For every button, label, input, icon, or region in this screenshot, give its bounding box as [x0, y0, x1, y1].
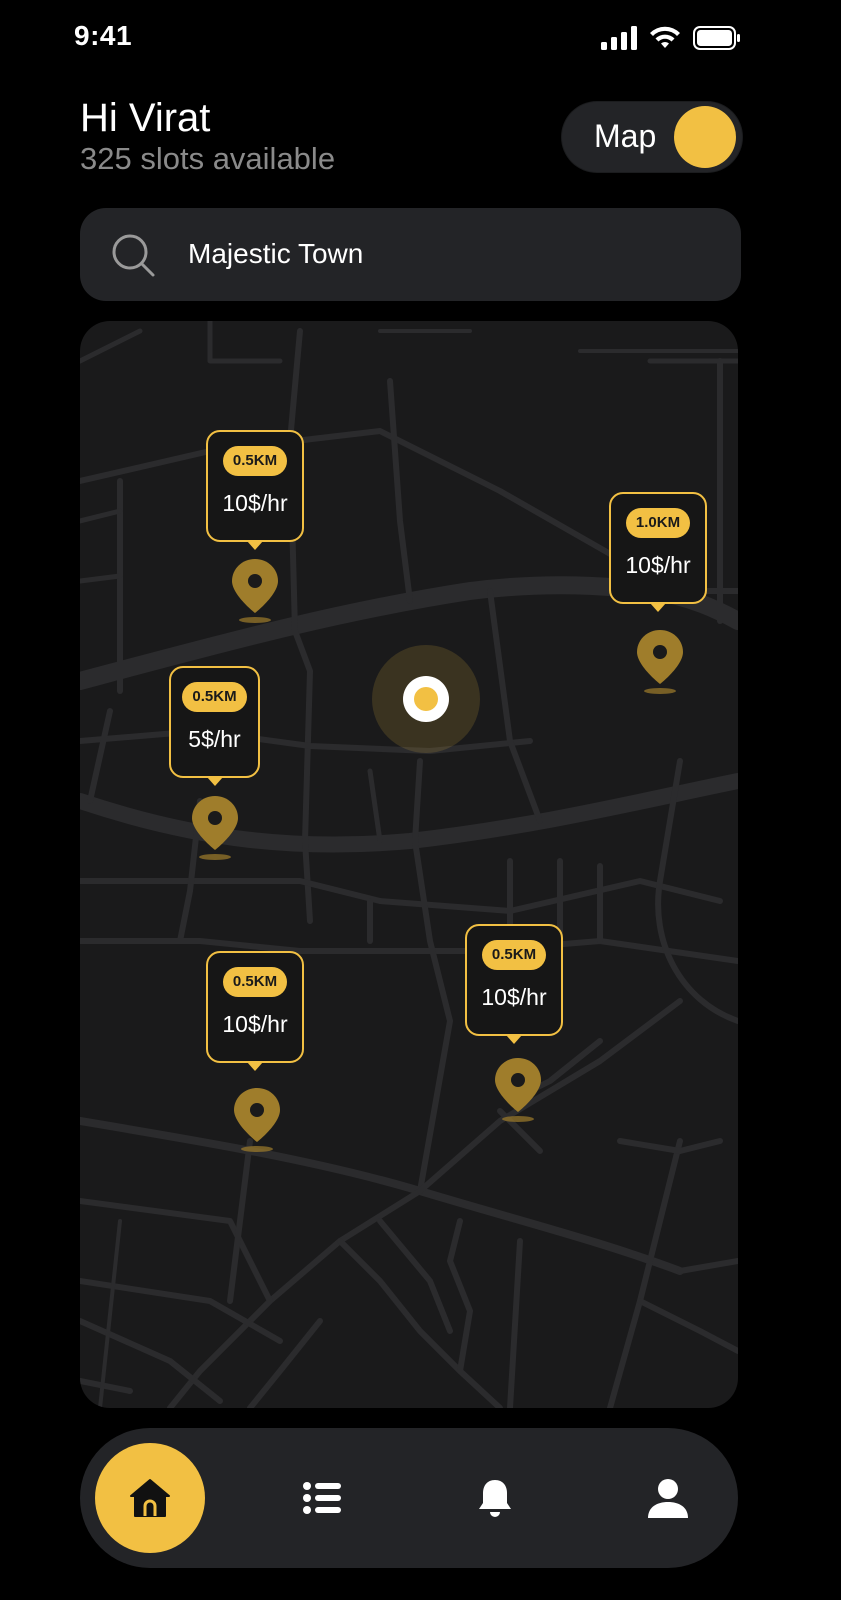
- nav-home-button[interactable]: [95, 1443, 205, 1553]
- nav-notifications-button[interactable]: [455, 1428, 535, 1568]
- signal-icon: [601, 26, 637, 50]
- greeting: Hi Virat: [80, 96, 211, 140]
- slots-available: 325 slots available: [80, 141, 336, 176]
- search-icon: [112, 234, 155, 277]
- status-bar: 9:41: [0, 0, 841, 80]
- distance-badge: 0.5KM: [222, 446, 288, 476]
- price-label: 10$/hr: [481, 984, 547, 1010]
- price-label: 5$/hr: [188, 726, 241, 752]
- distance-badge: 0.5KM: [182, 682, 247, 712]
- price-label: 10$/hr: [222, 1011, 288, 1037]
- search-input[interactable]: Majestic Town: [188, 238, 363, 270]
- price-label: 10$/hr: [222, 490, 288, 516]
- distance-badge: 1.0KM: [625, 508, 691, 538]
- map-pin-icon[interactable]: [192, 796, 238, 862]
- distance-badge: 0.5KM: [481, 940, 547, 970]
- parking-spot-callout[interactable]: 0.5KM 10$/hr: [465, 924, 563, 1044]
- parking-spot-callout[interactable]: 0.5KM 10$/hr: [206, 951, 304, 1071]
- distance-badge: 0.5KM: [222, 967, 288, 997]
- price-label: 10$/hr: [625, 552, 691, 578]
- parking-spot-callout[interactable]: 1.0KM 10$/hr: [609, 492, 707, 612]
- map-pin-icon[interactable]: [234, 1088, 280, 1154]
- map-view[interactable]: 0.5KM 10$/hr 1.0KM 10$/hr 0.5KM 5$/hr 0.…: [80, 321, 738, 1408]
- battery-icon: [693, 26, 740, 50]
- nav-profile-button[interactable]: [628, 1428, 708, 1568]
- list-icon: [303, 1482, 341, 1514]
- location-dot-icon: [372, 645, 480, 753]
- map-toggle-label: Map: [594, 118, 657, 154]
- map-pin-icon[interactable]: [495, 1058, 541, 1124]
- current-location-marker: [372, 645, 480, 753]
- map-toggle[interactable]: Map: [562, 102, 742, 172]
- status-icons: [601, 26, 741, 50]
- user-icon: [648, 1479, 688, 1518]
- search-bar[interactable]: Majestic Town: [80, 208, 741, 301]
- map-pin-icon[interactable]: [232, 559, 278, 625]
- bell-icon: [479, 1480, 511, 1517]
- parking-spot-callout[interactable]: 0.5KM 5$/hr: [169, 666, 260, 786]
- toggle-knob[interactable]: [674, 106, 736, 168]
- parking-spot-callout[interactable]: 0.5KM 10$/hr: [206, 430, 304, 550]
- map-pin-icon[interactable]: [637, 630, 683, 696]
- bottom-nav: [80, 1428, 738, 1568]
- nav-list-button[interactable]: [282, 1428, 362, 1568]
- home-icon: [130, 1479, 170, 1517]
- status-time: 9:41: [74, 20, 133, 51]
- map-roads: [80, 321, 738, 1408]
- wifi-icon: [650, 26, 680, 48]
